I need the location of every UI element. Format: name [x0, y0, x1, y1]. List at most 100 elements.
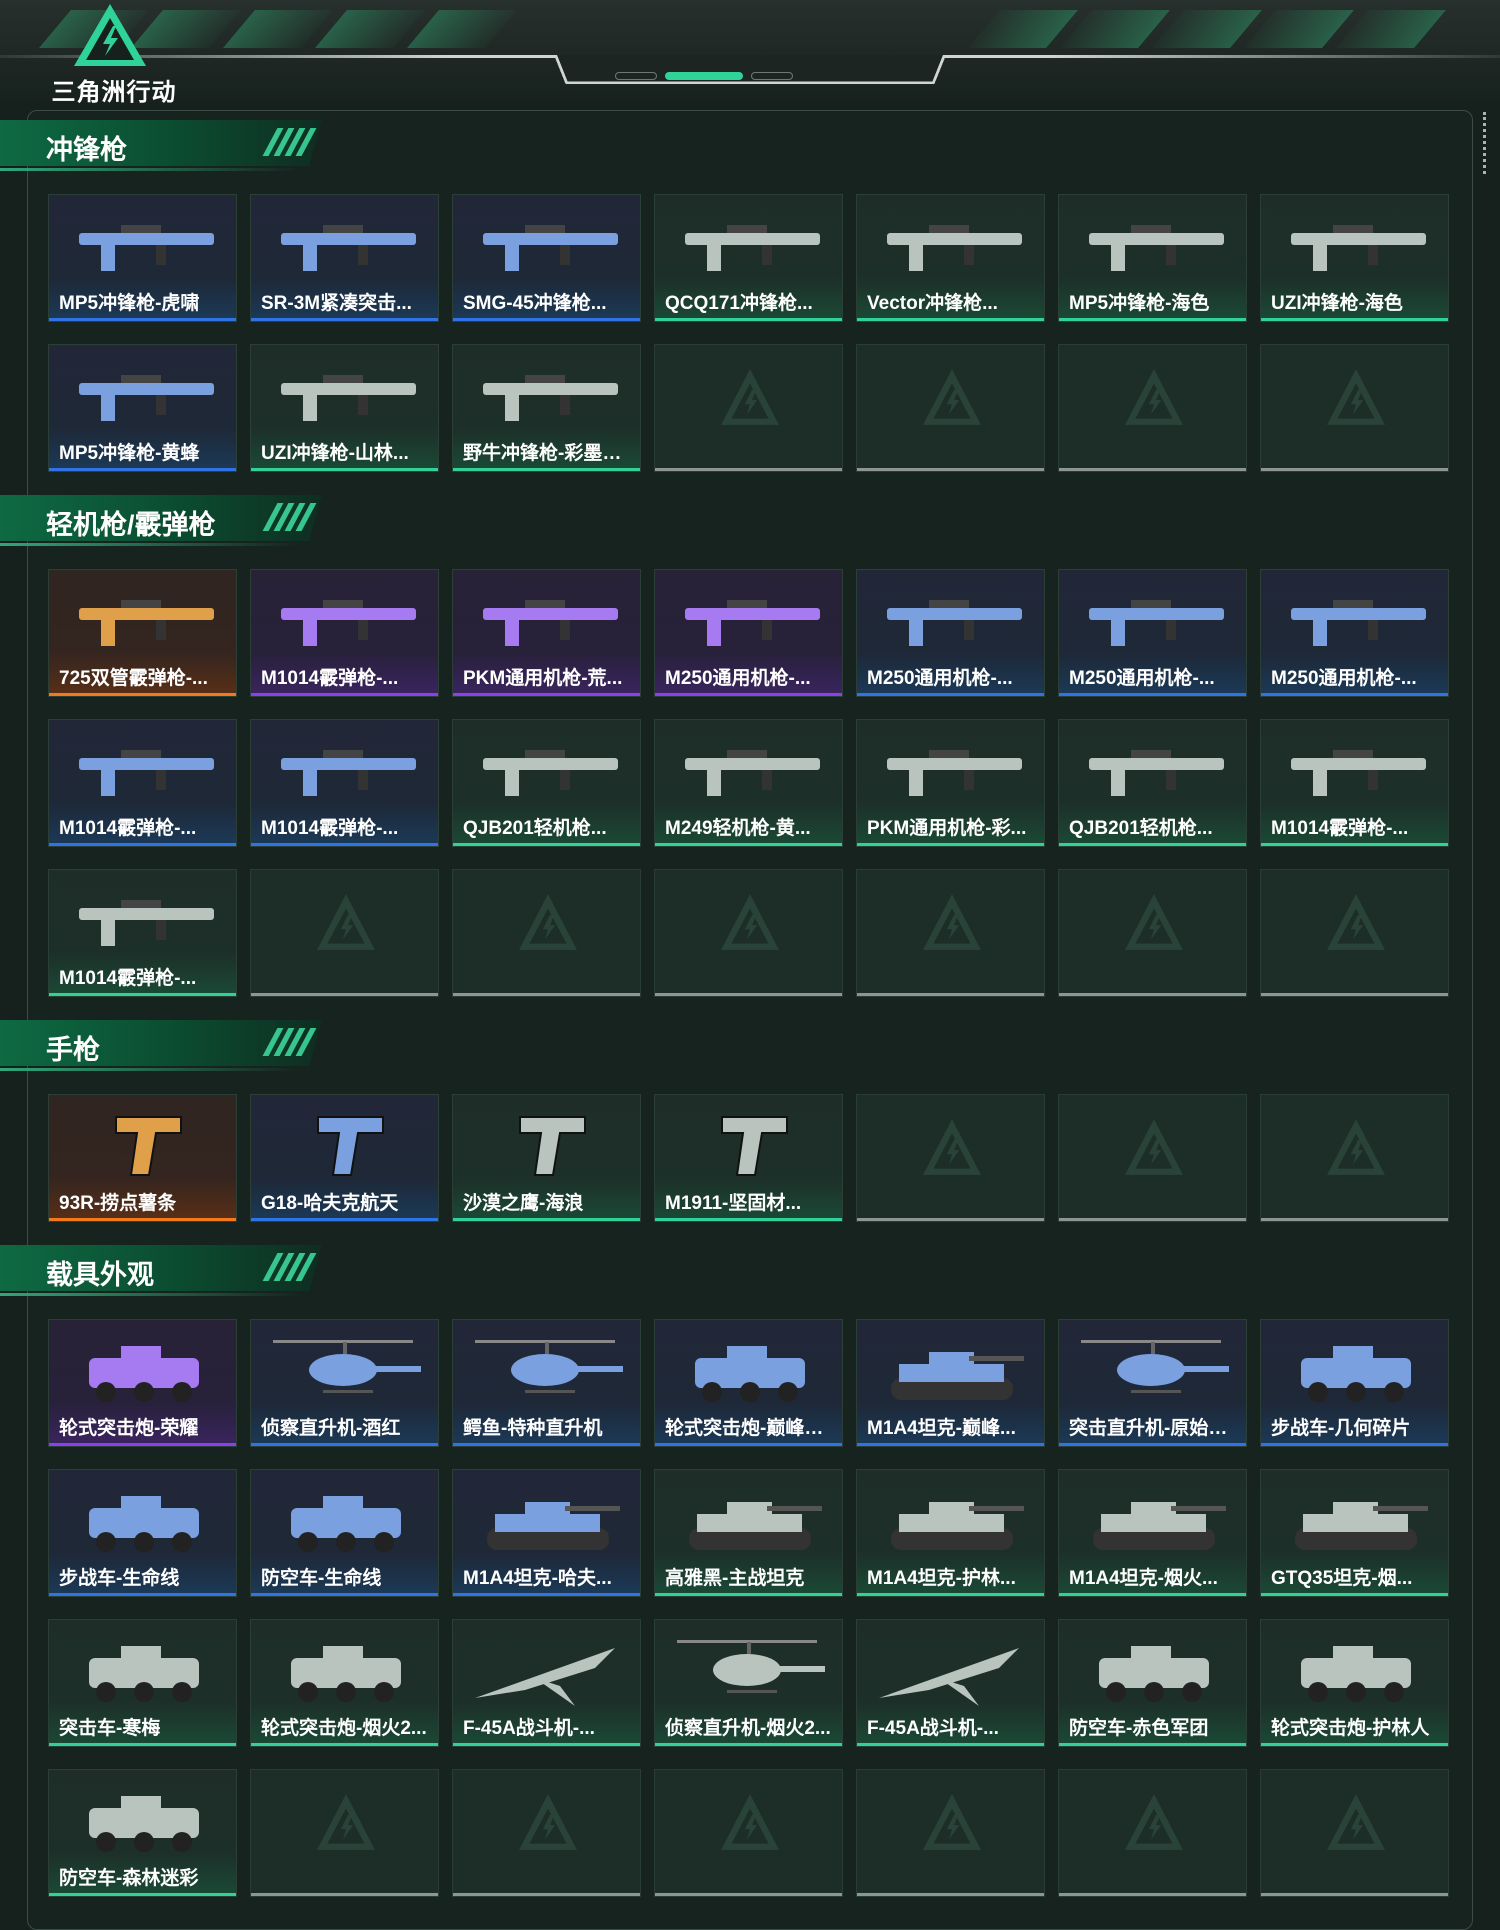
rarity-bar [251, 468, 438, 471]
page-indicator[interactable] [615, 72, 793, 80]
slot-bar [1261, 993, 1448, 996]
item-card[interactable]: PKM通用机枪-彩... [856, 719, 1045, 847]
item-card[interactable]: M250通用机枪-... [1260, 569, 1449, 697]
item-card[interactable]: QJB201轻机枪... [1058, 719, 1247, 847]
rarity-bar [857, 693, 1044, 696]
rarity-bar [49, 318, 236, 321]
item-card[interactable]: SMG-45冲锋枪... [452, 194, 641, 322]
item-card[interactable]: G18-哈夫克航天 [250, 1094, 439, 1222]
item-name: MP5冲锋枪-海色 [1069, 293, 1210, 314]
rarity-bar [251, 843, 438, 846]
item-name: 防空车-森林迷彩 [59, 1868, 199, 1889]
item-card[interactable]: PKM通用机枪-荒... [452, 569, 641, 697]
item-name: M1911-坚固材... [665, 1193, 802, 1214]
item-card[interactable]: 步战车-生命线 [48, 1469, 237, 1597]
page-dot[interactable] [751, 72, 793, 80]
vehicle-icon [61, 1628, 226, 1710]
pistol-icon [667, 1103, 832, 1185]
item-name: SR-3M紧凑突击... [261, 293, 412, 314]
item-name: 野牛冲锋枪-彩墨喷... [463, 443, 635, 464]
item-card[interactable]: M1A4坦克-护林... [856, 1469, 1045, 1597]
slot-bar [1059, 993, 1246, 996]
item-card[interactable]: 侦察直升机-烟火2... [654, 1619, 843, 1747]
empty-slot [856, 1769, 1045, 1897]
item-card[interactable]: M250通用机枪-... [1058, 569, 1247, 697]
item-name: M1014霰弹枪-... [1271, 818, 1409, 839]
item-card[interactable]: 野牛冲锋枪-彩墨喷... [452, 344, 641, 472]
item-card[interactable]: 高雅黑-主战坦克 [654, 1469, 843, 1597]
item-card[interactable]: F-45A战斗机-... [856, 1619, 1045, 1747]
item-card[interactable]: 防空车-赤色军团 [1058, 1619, 1247, 1747]
rarity-bar [1059, 693, 1246, 696]
rarity-bar [655, 843, 842, 846]
rarity-bar [251, 1593, 438, 1596]
item-card[interactable]: SR-3M紧凑突击... [250, 194, 439, 322]
item-card[interactable]: 轮式突击炮-荣耀 [48, 1319, 237, 1447]
item-card[interactable]: 侦察直升机-酒红 [250, 1319, 439, 1447]
item-card[interactable]: 轮式突击炮-巅峰竞... [654, 1319, 843, 1447]
item-card[interactable]: M250通用机枪-... [654, 569, 843, 697]
page-dot[interactable] [665, 72, 743, 80]
item-name: QJB201轻机枪... [463, 818, 607, 839]
item-card[interactable]: 轮式突击炮-护林人 [1260, 1619, 1449, 1747]
item-card[interactable]: M1014霰弹枪-... [250, 719, 439, 847]
item-name: 侦察直升机-烟火2... [665, 1718, 831, 1739]
item-card[interactable]: GTQ35坦克-烟... [1260, 1469, 1449, 1597]
item-card[interactable]: QJB201轻机枪... [452, 719, 641, 847]
item-card[interactable]: M1014霰弹枪-... [250, 569, 439, 697]
item-card[interactable]: M1014霰弹枪-... [48, 719, 237, 847]
item-card[interactable]: M1A4坦克-哈夫... [452, 1469, 641, 1597]
item-card[interactable]: M250通用机枪-... [856, 569, 1045, 697]
item-card[interactable]: MP5冲锋枪-海色 [1058, 194, 1247, 322]
rarity-bar [857, 318, 1044, 321]
item-card[interactable]: 轮式突击炮-烟火2... [250, 1619, 439, 1747]
item-card[interactable]: MP5冲锋枪-虎啸 [48, 194, 237, 322]
item-card[interactable]: QCQ171冲锋枪... [654, 194, 843, 322]
item-card[interactable]: 725双管霰弹枪-... [48, 569, 237, 697]
rarity-bar [453, 843, 640, 846]
scrollbar[interactable] [1483, 112, 1487, 174]
item-card[interactable]: F-45A战斗机-... [452, 1619, 641, 1747]
item-card[interactable]: MP5冲锋枪-黄蜂 [48, 344, 237, 472]
gun-icon [263, 578, 428, 660]
item-card[interactable]: M249轻机枪-黄... [654, 719, 843, 847]
item-card[interactable]: M1A4坦克-巅峰... [856, 1319, 1045, 1447]
item-card[interactable]: 防空车-生命线 [250, 1469, 439, 1597]
slot-bar [453, 1893, 640, 1896]
item-name: 轮式突击炮-巅峰竞... [665, 1418, 837, 1439]
item-card[interactable]: 突击直升机-原始伪... [1058, 1319, 1247, 1447]
vehicle-icon [1071, 1628, 1236, 1710]
item-card[interactable]: M1014霰弹枪-... [1260, 719, 1449, 847]
slot-bar [1059, 1218, 1246, 1221]
slot-bar [1261, 1893, 1448, 1896]
gun-icon [61, 578, 226, 660]
rarity-bar [655, 1443, 842, 1446]
item-card[interactable]: 步战车-几何碎片 [1260, 1319, 1449, 1447]
empty-slot [856, 344, 1045, 472]
vehicle-icon [1273, 1328, 1438, 1410]
item-card[interactable]: UZI冲锋枪-海色 [1260, 194, 1449, 322]
item-name: 鳄鱼-特种直升机 [463, 1418, 603, 1439]
item-card[interactable]: 沙漠之鹰-海浪 [452, 1094, 641, 1222]
empty-slot [1058, 344, 1247, 472]
logo-text: 三角洲行动 [51, 79, 177, 105]
item-card[interactable]: 防空车-森林迷彩 [48, 1769, 237, 1897]
item-card[interactable]: 突击车-寒梅 [48, 1619, 237, 1747]
page-dot[interactable] [615, 72, 657, 80]
vehicle-icon [667, 1328, 832, 1410]
item-name: M1A4坦克-巅峰... [867, 1418, 1016, 1439]
item-card[interactable]: Vector冲锋枪... [856, 194, 1045, 322]
rarity-bar [857, 1743, 1044, 1746]
gun-icon [667, 578, 832, 660]
tank-icon [1273, 1478, 1438, 1560]
item-card[interactable]: M1014霰弹枪-... [48, 869, 237, 997]
item-name: M250通用机枪-... [1271, 668, 1417, 689]
item-card[interactable]: UZI冲锋枪-山林... [250, 344, 439, 472]
item-card[interactable]: 93R-捞点薯条 [48, 1094, 237, 1222]
item-name: M250通用机枪-... [665, 668, 811, 689]
item-card[interactable]: 鳄鱼-特种直升机 [452, 1319, 641, 1447]
item-card[interactable]: M1911-坚固材... [654, 1094, 843, 1222]
item-card[interactable]: M1A4坦克-烟火... [1058, 1469, 1247, 1597]
slot-bar [1059, 468, 1246, 471]
rarity-bar [453, 1593, 640, 1596]
